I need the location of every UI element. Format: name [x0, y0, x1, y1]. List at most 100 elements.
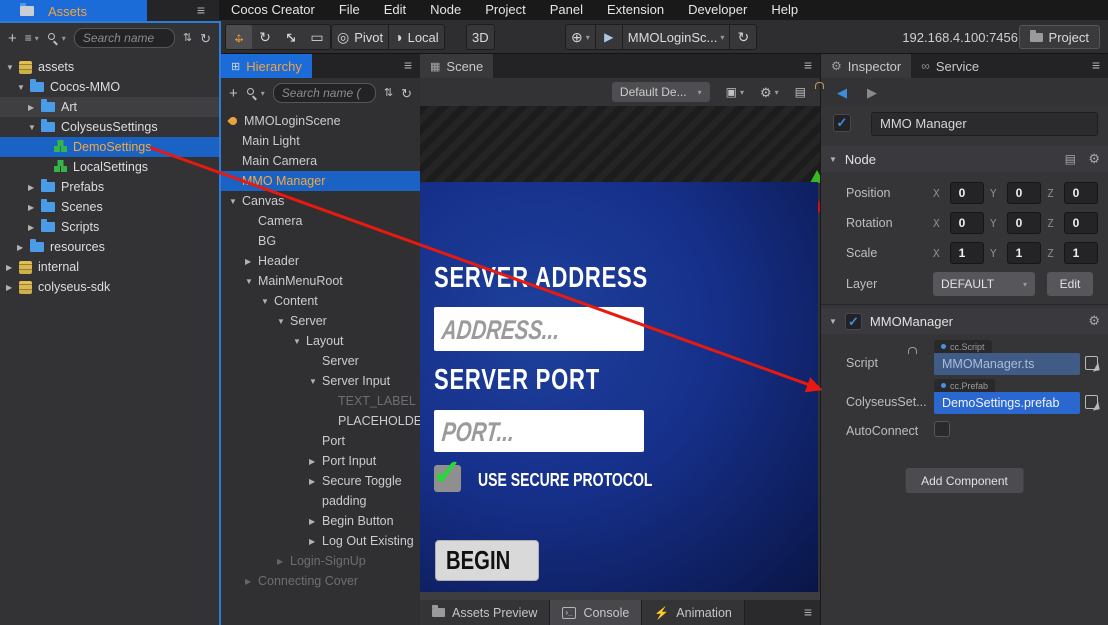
asset-row-art[interactable]: ▶Art [0, 97, 219, 117]
collapse-arrow-icon[interactable]: ▼ [829, 155, 837, 164]
rotation-z-input[interactable]: 0 [1064, 212, 1098, 234]
asset-row-demosettings[interactable]: DemoSettings [0, 137, 219, 157]
display-mode-dropdown[interactable]: Default De...▾ [612, 82, 710, 102]
gear-icon[interactable]: ⚙ [1088, 313, 1100, 329]
node-row-mmologinscene[interactable]: MMOLoginScene [221, 111, 420, 131]
asset-picker-icon[interactable] [1085, 356, 1098, 370]
node-row-server-label[interactable]: Server [221, 351, 420, 371]
expand-arrow-icon[interactable]: ▶ [28, 183, 41, 192]
menu-item-file[interactable]: File [327, 0, 372, 20]
tab-animation[interactable]: ⚡ Animation [642, 600, 745, 625]
expand-arrow-icon[interactable]: ▼ [6, 63, 19, 72]
asset-row-assets[interactable]: ▼assets [0, 57, 219, 77]
position-z-input[interactable]: 0 [1064, 182, 1098, 204]
node-row-mmo-manager[interactable]: MMO Manager [221, 171, 420, 191]
menu-item-cocos-creator[interactable]: Cocos Creator [219, 0, 327, 20]
history-back-icon[interactable]: ◀ [837, 85, 847, 101]
node-row-camera[interactable]: Camera [221, 211, 420, 231]
scale-y-input[interactable]: 1 [1007, 242, 1041, 264]
node-row-port-input[interactable]: ▶Port Input [221, 451, 420, 471]
filter-search-button[interactable]: ▾ [47, 32, 66, 44]
node-row-begin-button[interactable]: ▶Begin Button [221, 511, 420, 531]
preview-target-dropdown[interactable]: ⊕▾ [566, 25, 595, 49]
rotation-y-input[interactable]: 0 [1007, 212, 1041, 234]
colyseus-settings-field[interactable]: DemoSettings.prefab [934, 392, 1080, 414]
position-y-input[interactable]: 0 [1007, 182, 1041, 204]
expand-arrow-icon[interactable]: ▼ [293, 337, 306, 346]
menu-item-help[interactable]: Help [759, 0, 810, 20]
refresh-button[interactable]: ↻ [730, 25, 756, 49]
position-x-input[interactable]: 0 [950, 182, 984, 204]
collapse-arrow-icon[interactable]: ▼ [829, 317, 837, 326]
tab-service[interactable]: ∞ Service [911, 54, 989, 78]
node-name-field[interactable]: MMO Manager [871, 112, 1098, 136]
tab-console[interactable]: ›_ Console [550, 600, 642, 625]
node-row-header[interactable]: ▶Header [221, 251, 420, 271]
panel-menu-icon[interactable]: ≡ [197, 2, 205, 18]
expand-arrow-icon[interactable]: ▶ [28, 203, 41, 212]
autoconnect-checkbox[interactable] [934, 421, 950, 437]
expand-arrow-icon[interactable]: ▼ [261, 297, 274, 306]
node-row-text-label[interactable]: TEXT_LABEL [221, 391, 420, 411]
menu-item-edit[interactable]: Edit [372, 0, 418, 20]
node-row-server[interactable]: ▼Server [221, 311, 420, 331]
expand-arrow-icon[interactable]: ▶ [309, 457, 322, 466]
hierarchy-search-input[interactable] [273, 83, 376, 103]
rotate-tool-button[interactable]: ↻ [252, 25, 278, 49]
node-row-padding[interactable]: padding [221, 491, 420, 511]
sort-assets-button[interactable]: ≡▾ [25, 31, 39, 45]
expand-arrow-icon[interactable]: ▶ [245, 257, 258, 266]
tab-inspector[interactable]: ⚙ Inspector [821, 54, 911, 78]
asset-row-resources[interactable]: ▶resources [0, 237, 219, 257]
expand-arrow-icon[interactable]: ▼ [17, 83, 30, 92]
asset-row-internal[interactable]: ▶internal [0, 257, 219, 277]
node-row-server-input[interactable]: ▼Server Input [221, 371, 420, 391]
menu-item-project[interactable]: Project [473, 0, 537, 20]
expand-arrow-icon[interactable]: ▼ [245, 277, 258, 286]
node-row-placeholder[interactable]: PLACEHOLDE [221, 411, 420, 431]
refresh-icon[interactable]: ↻ [401, 87, 412, 100]
scene-select-dropdown[interactable]: MMOLoginSc...▾ [623, 25, 730, 49]
expand-arrow-icon[interactable]: ▼ [277, 317, 290, 326]
history-forward-icon[interactable]: ▶ [867, 85, 877, 101]
asset-row-scenes[interactable]: ▶Scenes [0, 197, 219, 217]
add-asset-button[interactable]: + [8, 31, 17, 46]
node-active-checkbox[interactable]: ✓ [833, 114, 851, 132]
scale-x-input[interactable]: 1 [950, 242, 984, 264]
expand-arrow-icon[interactable]: ▶ [245, 577, 258, 586]
script-asset-field[interactable]: MMOManager.ts [934, 353, 1080, 375]
expand-arrow-icon[interactable]: ▶ [28, 223, 41, 232]
add-node-button[interactable]: + [229, 86, 238, 101]
menu-item-developer[interactable]: Developer [676, 0, 759, 20]
move-tool-button[interactable]: ↔↕ [226, 25, 252, 49]
expand-arrow-icon[interactable]: ▶ [277, 557, 290, 566]
expand-arrow-icon[interactable]: ▶ [6, 263, 19, 272]
node-row-layout[interactable]: ▼Layout [221, 331, 420, 351]
grid-toggle-icon[interactable]: ▤ [795, 86, 806, 98]
node-row-main-light[interactable]: Main Light [221, 131, 420, 151]
refresh-icon[interactable]: ↻ [200, 32, 211, 45]
filter-search-button[interactable]: ▾ [246, 87, 265, 99]
node-section-header[interactable]: ▼ Node ▤ ⚙ [821, 146, 1108, 172]
panel-menu-icon[interactable]: ≡ [1092, 57, 1100, 73]
mmomanager-section-header[interactable]: ▼ ✓ MMOManager ⚙ [821, 308, 1108, 334]
panel-menu-icon[interactable]: ≡ [404, 57, 412, 73]
tab-scene[interactable]: ▦ Scene [420, 54, 493, 78]
gear-icon[interactable]: ⚙ [1088, 151, 1100, 167]
play-button[interactable]: ▶ [596, 25, 622, 49]
rect-tool-button[interactable]: ▭ [304, 25, 330, 49]
tab-hierarchy[interactable]: ⊞ Hierarchy [221, 54, 312, 78]
asset-picker-icon[interactable] [1085, 395, 1098, 409]
3d-toggle-button[interactable]: 3D [467, 25, 494, 49]
node-row-mainmenuroot[interactable]: ▼MainMenuRoot [221, 271, 420, 291]
expand-arrow-icon[interactable]: ▶ [6, 283, 19, 292]
focus-border-right[interactable] [219, 21, 221, 625]
camera-settings-dropdown[interactable]: ▣▾ [726, 86, 744, 98]
menu-item-extension[interactable]: Extension [595, 0, 676, 20]
tab-assets-preview[interactable]: Assets Preview [420, 600, 550, 625]
project-button[interactable]: Project [1019, 25, 1100, 49]
asset-row-colyseus-sdk[interactable]: ▶colyseus-sdk [0, 277, 219, 297]
tab-assets[interactable]: Assets [0, 0, 147, 22]
expand-arrow-icon[interactable]: ▼ [28, 123, 41, 132]
panel-menu-icon[interactable]: ≡ [804, 57, 812, 73]
